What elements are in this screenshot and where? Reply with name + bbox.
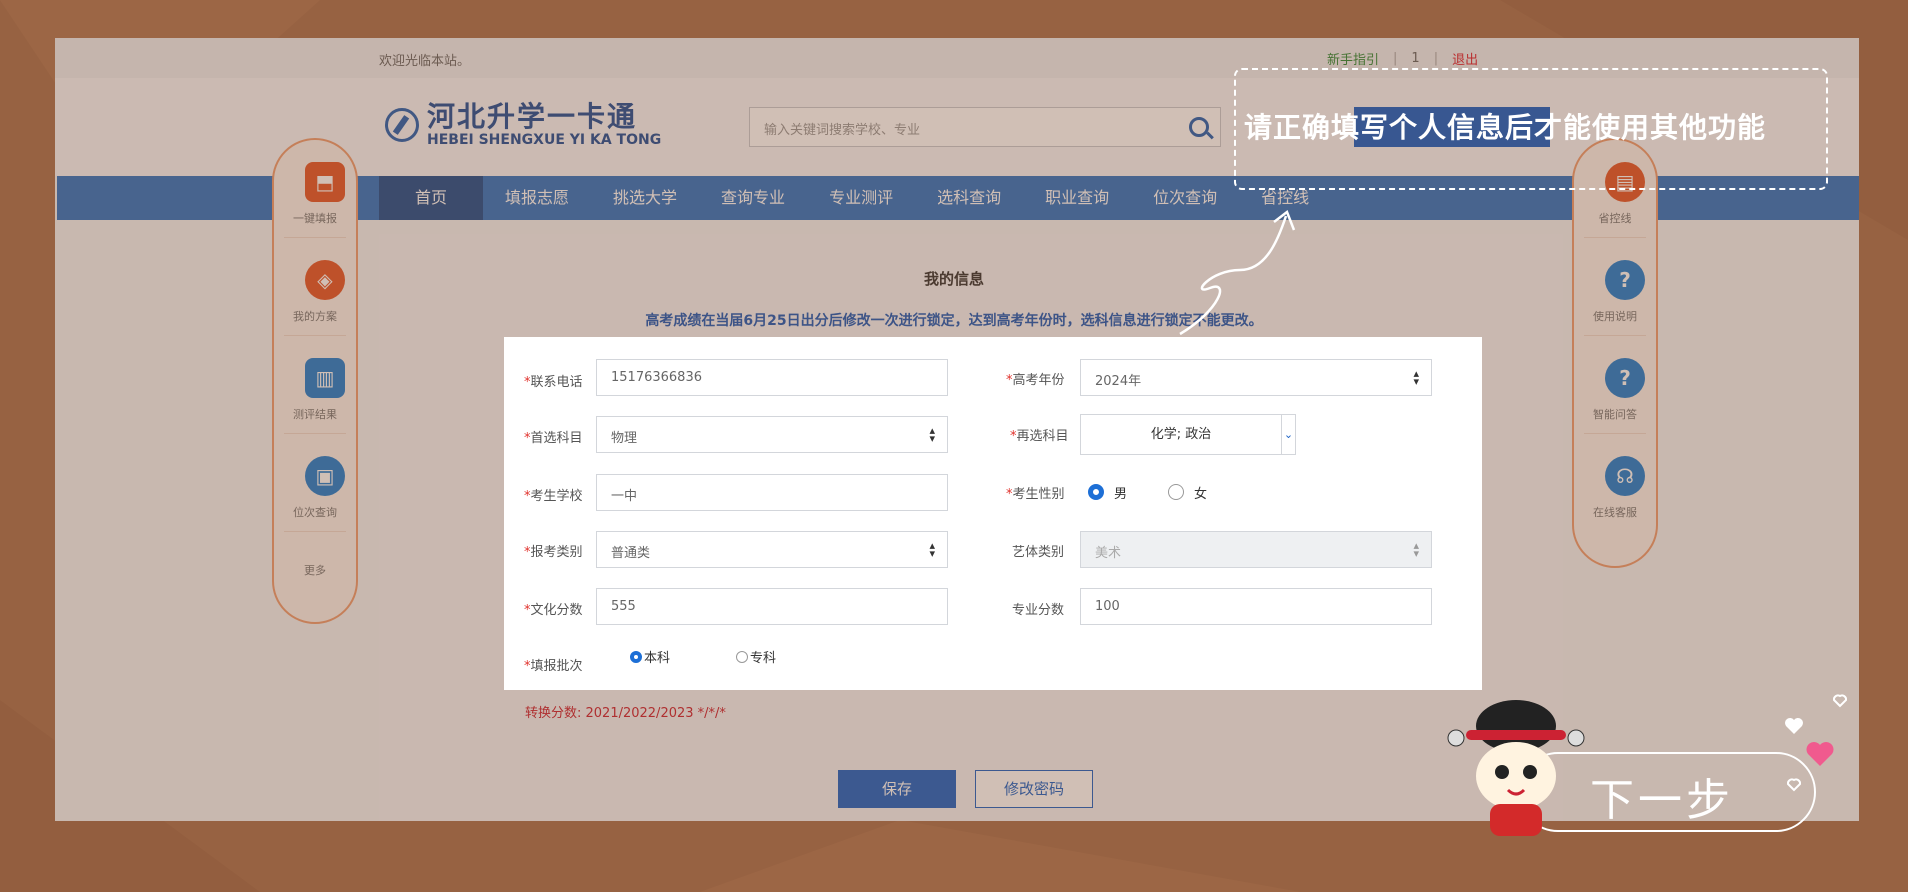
- nav-choose-university[interactable]: 挑选大学: [591, 176, 699, 220]
- phone-label: *联系电话: [524, 375, 583, 390]
- guide-tooltip-text: 请正确填写个人信息后才能使用其他功能: [1244, 111, 1767, 144]
- change-password-button[interactable]: 修改密码: [975, 770, 1093, 808]
- rank-icon: ▣: [305, 456, 345, 496]
- select-arrows-icon: ▴ ▾: [929, 424, 935, 445]
- separator: |: [1393, 51, 1398, 66]
- art-category-label: 艺体类别: [1012, 545, 1065, 560]
- gender-label: *考生性别: [1006, 487, 1065, 502]
- sidebar-item-online-service[interactable]: ☊ 在线客服: [1584, 434, 1646, 532]
- major-score-label: 专业分数: [1012, 603, 1065, 618]
- culture-score-input[interactable]: 555: [596, 588, 948, 625]
- major-score-input[interactable]: 100: [1080, 588, 1432, 625]
- bar-chart-icon: ▥: [305, 358, 345, 398]
- nav-subject-query[interactable]: 选科查询: [915, 176, 1023, 220]
- nav-major-assessment[interactable]: 专业测评: [807, 176, 915, 220]
- nav-home[interactable]: 首页: [379, 176, 484, 220]
- sidebar-item-results[interactable]: ▥ 测评结果: [284, 336, 346, 434]
- gender-male-label: 男: [1114, 487, 1128, 502]
- guide-tooltip: 请正确填写个人信息后才能使用其他功能: [1234, 68, 1828, 190]
- sidebar-item-instructions[interactable]: ? 使用说明: [1584, 238, 1646, 336]
- next-step-label[interactable]: 下一步: [1590, 764, 1734, 828]
- hearts-decoration: [1785, 694, 1848, 792]
- second-subject-select[interactable]: 化学; 政治 ⌄: [1080, 414, 1296, 455]
- batch-college-radio[interactable]: [736, 651, 748, 663]
- site-logo[interactable]: 河北升学一卡通 HEBEI SHENGXUE YI KA TONG: [385, 102, 661, 148]
- headset-icon: ☊: [1605, 456, 1645, 496]
- gender-male-radio[interactable]: [1088, 484, 1104, 500]
- search-input[interactable]: 输入关键词搜索学校、专业: [749, 107, 1221, 147]
- top-links: 新手指引 | 1 | 退出: [1327, 49, 1478, 68]
- one-click-fill-icon: ⬒: [305, 162, 345, 202]
- sidebar-item-label: 一键填报: [293, 212, 337, 225]
- sidebar-item-label: 智能问答: [1593, 408, 1637, 421]
- right-sidebar: ▤ 省控线 ? 使用说明 ? 智能问答 ☊ 在线客服: [1572, 138, 1658, 568]
- select-arrows-icon: ▴ ▾: [1413, 539, 1419, 560]
- left-sidebar: ⬒ 一键填报 ◈ 我的方案 ▥ 测评结果 ▣ 位次查询 更多: [272, 138, 358, 624]
- sidebar-item-my-plan[interactable]: ◈ 我的方案: [284, 238, 346, 336]
- exam-year-label: *高考年份: [1006, 373, 1065, 388]
- sidebar-item-label: 测评结果: [293, 408, 337, 421]
- batch-undergrad-radio[interactable]: [630, 651, 642, 663]
- batch-college-label: 专科: [750, 651, 777, 666]
- select-arrows-icon: ▴ ▾: [929, 539, 935, 560]
- logout-link[interactable]: 退出: [1452, 49, 1478, 68]
- sidebar-item-label: 我的方案: [293, 310, 337, 323]
- mascot-icon: [1447, 700, 1585, 836]
- separator: |: [1433, 51, 1439, 66]
- user-link[interactable]: 1: [1411, 51, 1419, 66]
- nav-career-query[interactable]: 职业查询: [1023, 176, 1131, 220]
- converted-score-text: 转换分数: 2021/2022/2023 */*/*: [525, 706, 726, 721]
- welcome-text: 欢迎光临本站。: [379, 54, 471, 69]
- school-label: *考生学校: [524, 489, 583, 504]
- sidebar-item-label: 位次查询: [293, 506, 337, 519]
- art-category-select: 美术 ▴ ▾: [1080, 531, 1432, 568]
- school-input[interactable]: 一中: [596, 474, 948, 511]
- search-icon[interactable]: [1189, 117, 1209, 137]
- logo-mark-icon: [385, 108, 419, 142]
- help-icon: ?: [1605, 260, 1645, 300]
- save-button[interactable]: 保存: [838, 770, 956, 808]
- layers-icon: ◈: [305, 260, 345, 300]
- sidebar-item-smart-qa[interactable]: ? 智能问答: [1584, 336, 1646, 434]
- logo-subtitle: HEBEI SHENGXUE YI KA TONG: [427, 132, 662, 148]
- guide-arrow-icon: [1179, 209, 1296, 336]
- smart-qa-icon: ?: [1605, 358, 1645, 398]
- chevron-down-icon[interactable]: ⌄: [1281, 415, 1295, 454]
- category-label: *报考类别: [524, 545, 583, 560]
- sidebar-item-label: 更多: [304, 564, 326, 577]
- sidebar-item-label: 使用说明: [1593, 310, 1637, 323]
- second-subject-label: *再选科目: [1010, 429, 1069, 444]
- nav-fill-application[interactable]: 填报志愿: [483, 176, 591, 220]
- select-arrows-icon: ▴ ▾: [1413, 367, 1419, 388]
- new-user-guide-link[interactable]: 新手指引: [1327, 49, 1379, 68]
- batch-undergrad-label: 本科: [644, 651, 671, 666]
- sidebar-item-one-click[interactable]: ⬒ 一键填报: [284, 140, 346, 238]
- culture-score-label: *文化分数: [524, 603, 583, 618]
- logo-title: 河北升学一卡通: [427, 100, 638, 133]
- sidebar-item-more[interactable]: 更多: [284, 532, 346, 612]
- gender-female-radio[interactable]: [1168, 484, 1184, 500]
- batch-label: *填报批次: [524, 659, 583, 674]
- category-select[interactable]: 普通类 ▴ ▾: [596, 531, 948, 568]
- sidebar-item-label: 省控线: [1598, 212, 1632, 225]
- first-subject-select[interactable]: 物理 ▴ ▾: [596, 416, 948, 453]
- phone-input[interactable]: 15176366836: [596, 359, 948, 396]
- sidebar-item-rank[interactable]: ▣ 位次查询: [284, 434, 346, 532]
- first-subject-label: *首选科目: [524, 431, 583, 446]
- sidebar-item-label: 在线客服: [1593, 506, 1637, 519]
- nav-query-major[interactable]: 查询专业: [699, 176, 807, 220]
- exam-year-select[interactable]: 2024年 ▴ ▾: [1080, 359, 1432, 396]
- personal-info-form: *联系电话 15176366836 *高考年份 2024年 ▴ ▾ *首选科目 物理…: [504, 337, 1482, 690]
- gender-female-label: 女: [1194, 487, 1208, 502]
